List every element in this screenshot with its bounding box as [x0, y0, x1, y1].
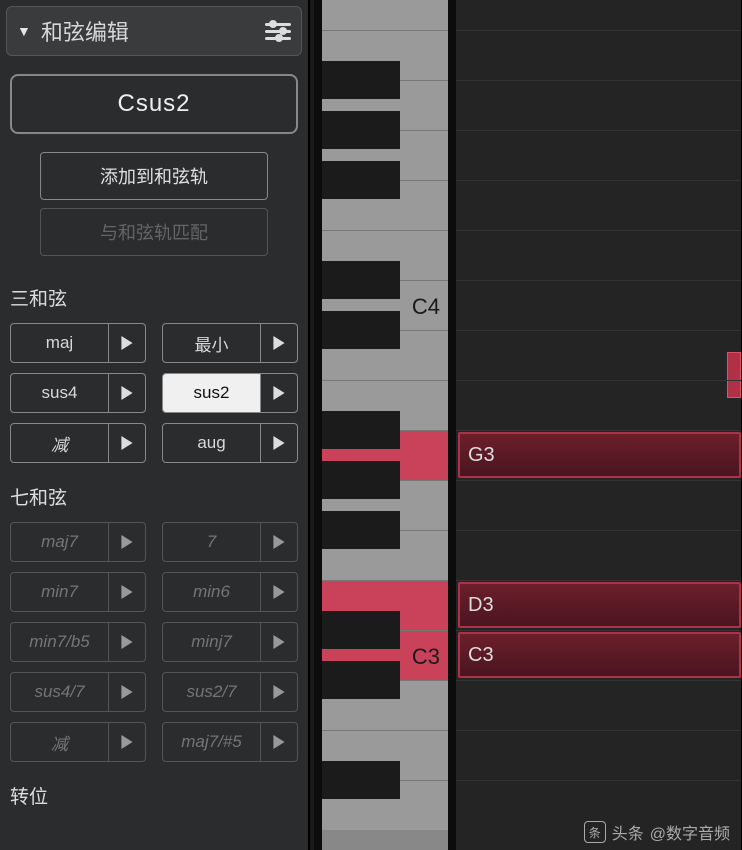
chord-label: min6 [163, 573, 261, 611]
play-icon[interactable] [109, 424, 145, 462]
chord-label: 7 [163, 523, 261, 561]
black-key-below-G3[interactable] [322, 461, 400, 499]
add-to-chord-track-button[interactable]: 添加到和弦轨 [40, 152, 268, 200]
play-icon[interactable] [261, 374, 297, 412]
lane-C4[interactable] [456, 280, 741, 330]
key-label: C4 [412, 294, 440, 320]
play-icon[interactable] [261, 623, 297, 661]
white-key-B4[interactable] [322, 0, 448, 30]
watermark-icon: 条 [584, 821, 606, 843]
lane-A2[interactable] [456, 730, 741, 780]
lane-G4[interactable] [456, 80, 741, 130]
chord-label: min7 [11, 573, 109, 611]
triad-减[interactable]: 减 [10, 423, 146, 463]
triads-grid: maj 最小 sus4 sus2 减 aug [6, 323, 302, 463]
chord-label: aug [163, 424, 261, 462]
triad-sus2[interactable]: sus2 [162, 373, 298, 413]
sevenths-section-label: 七和弦 [10, 483, 298, 510]
seventh-min7[interactable]: min7 [10, 572, 146, 612]
chord-label: 最小 [163, 324, 261, 362]
triad-aug[interactable]: aug [162, 423, 298, 463]
lane-B3[interactable] [456, 330, 741, 380]
note-C3[interactable]: C3 [458, 632, 741, 678]
play-icon[interactable] [261, 523, 297, 561]
chord-label: sus2 [163, 374, 261, 412]
watermark-handle: @数字音频 [650, 820, 730, 844]
sevenths-grid: maj7 7 min7 min6 min7/b5 minj7 sus4/7 sus2/7 减 ma… [6, 522, 302, 762]
play-icon[interactable] [109, 324, 145, 362]
play-icon[interactable] [109, 673, 145, 711]
watermark-prefix: 头条 [612, 820, 644, 844]
chord-label: sus2/7 [163, 673, 261, 711]
seventh-7[interactable]: 7 [162, 522, 298, 562]
seventh-减[interactable]: 减 [10, 722, 146, 762]
black-key-below-A4[interactable] [322, 61, 400, 99]
lane-D4[interactable] [456, 230, 741, 280]
settings-icon[interactable] [265, 18, 291, 44]
seventh-maj7[interactable]: maj7 [10, 522, 146, 562]
black-key-below-A2[interactable] [322, 761, 400, 799]
play-icon[interactable] [261, 324, 297, 362]
key-label: C3 [412, 644, 440, 670]
chord-label: 减 [11, 424, 109, 462]
play-icon[interactable] [261, 573, 297, 611]
panel-header[interactable]: ▼ 和弦编辑 [6, 6, 302, 56]
seventh-sus4-7[interactable]: sus4/7 [10, 672, 146, 712]
seventh-minj7[interactable]: minj7 [162, 622, 298, 662]
note-D3[interactable]: D3 [458, 582, 741, 628]
play-icon[interactable] [109, 573, 145, 611]
inversion-section-label: 转位 [10, 782, 298, 809]
lane-F3[interactable] [456, 480, 741, 530]
chord-label: sus4 [11, 374, 109, 412]
play-icon[interactable] [261, 673, 297, 711]
chord-label: min7/b5 [11, 623, 109, 661]
chord-editor-panel: ▼ 和弦编辑 Csus2 添加到和弦轨 与和弦轨匹配 三和弦 maj 最小 sus4… [0, 0, 310, 850]
panel-title: 和弦编辑 [41, 15, 265, 47]
collapse-triangle-icon[interactable]: ▼ [17, 23, 31, 39]
black-key-below-A3[interactable] [322, 411, 400, 449]
lane-A4[interactable] [456, 30, 741, 80]
triad-sus4[interactable]: sus4 [10, 373, 146, 413]
seventh-maj7--5[interactable]: maj7/#5 [162, 722, 298, 762]
lane-E4[interactable] [456, 180, 741, 230]
piano-keyboard[interactable]: C4 C3 [314, 0, 456, 850]
triad-maj[interactable]: maj [10, 323, 146, 363]
triads-section-label: 三和弦 [10, 284, 298, 311]
play-icon[interactable] [261, 723, 297, 761]
triad-最小[interactable]: 最小 [162, 323, 298, 363]
chord-label: maj7/#5 [163, 723, 261, 761]
piano-roll[interactable]: G3 D3C3 [456, 0, 742, 850]
play-icon[interactable] [261, 424, 297, 462]
play-icon[interactable] [109, 374, 145, 412]
chord-label: sus4/7 [11, 673, 109, 711]
black-key-below-D4[interactable] [322, 261, 400, 299]
chord-label: minj7 [163, 623, 261, 661]
black-key-below-F3[interactable] [322, 511, 400, 549]
lane-B2[interactable] [456, 680, 741, 730]
seventh-min7-b5[interactable]: min7/b5 [10, 622, 146, 662]
lane-F4[interactable] [456, 130, 741, 180]
watermark: 条 头条 @数字音频 [584, 820, 730, 844]
black-key-below-F4[interactable] [322, 161, 400, 199]
match-chord-track-button: 与和弦轨匹配 [40, 208, 268, 256]
play-icon[interactable] [109, 723, 145, 761]
black-key-below-C4[interactable] [322, 311, 400, 349]
play-icon[interactable] [109, 523, 145, 561]
chord-name-display: Csus2 [10, 74, 298, 134]
lane-A3[interactable] [456, 380, 741, 430]
seventh-sus2-7[interactable]: sus2/7 [162, 672, 298, 712]
lane-E3[interactable] [456, 530, 741, 580]
play-icon[interactable] [109, 623, 145, 661]
chord-label: maj [11, 324, 109, 362]
seventh-min6[interactable]: min6 [162, 572, 298, 612]
chord-label: maj7 [11, 523, 109, 561]
black-key-below-C3[interactable] [322, 661, 400, 699]
note-G3[interactable]: G3 [458, 432, 741, 478]
lane-B4[interactable] [456, 0, 741, 30]
chord-label: 减 [11, 723, 109, 761]
black-key-below-G4[interactable] [322, 111, 400, 149]
black-key-below-D3[interactable] [322, 611, 400, 649]
